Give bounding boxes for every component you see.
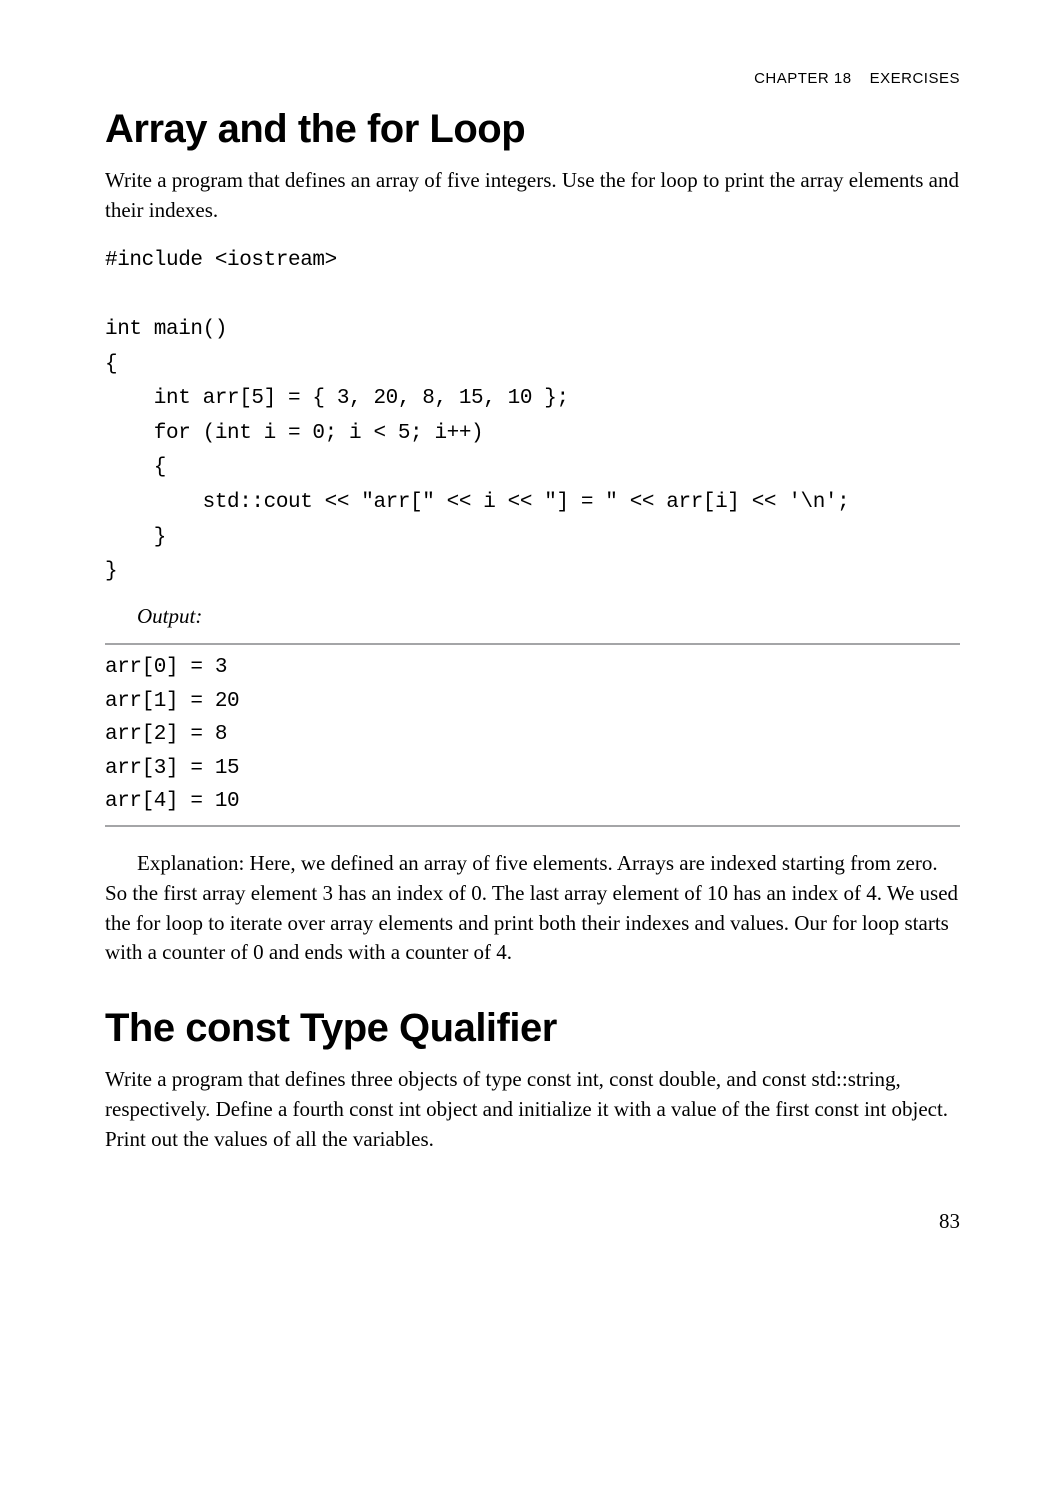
- output-block: arr[0] = 3 arr[1] = 20 arr[2] = 8 arr[3]…: [105, 651, 960, 819]
- output-rule-bottom: [105, 825, 960, 827]
- output-rule-top: [105, 643, 960, 645]
- section1-explanation: Explanation: Here, we defined an array o…: [105, 849, 960, 968]
- page-number: 83: [105, 1209, 960, 1234]
- running-header: CHAPTER 18 EXERCISES: [105, 70, 960, 87]
- section-heading-const-qualifier: The const Type Qualifier: [105, 1006, 960, 1051]
- header-chapter: CHAPTER 18: [754, 70, 852, 87]
- section2-intro: Write a program that defines three objec…: [105, 1065, 960, 1154]
- section-heading-array-for-loop: Array and the for Loop: [105, 107, 960, 152]
- header-title: EXERCISES: [870, 70, 960, 87]
- output-label: Output:: [137, 604, 960, 629]
- section1-intro: Write a program that defines an array of…: [105, 166, 960, 226]
- code-block-1: #include <iostream> int main() { int arr…: [105, 244, 960, 590]
